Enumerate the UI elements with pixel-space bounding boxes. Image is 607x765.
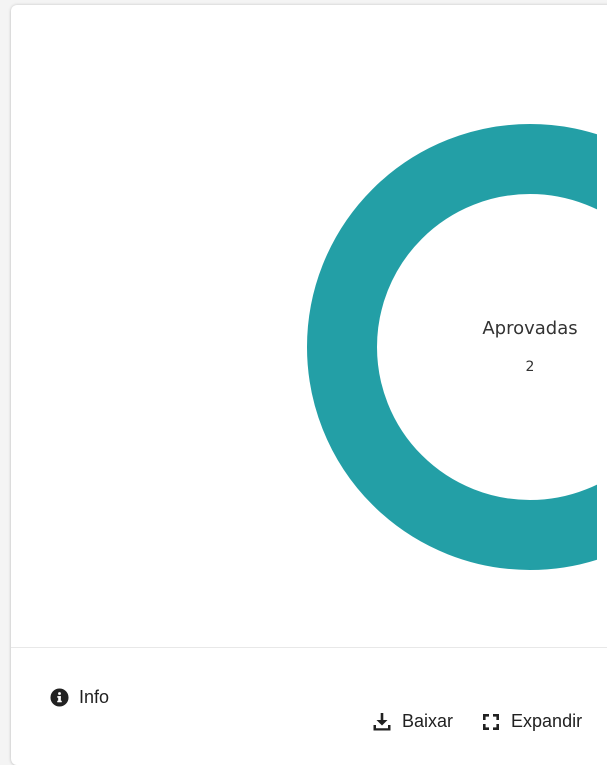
download-icon: [373, 712, 391, 730]
download-button[interactable]: Baixar: [372, 711, 453, 732]
footer-divider: [11, 647, 607, 648]
footer-actions: Baixar Expandir: [372, 711, 582, 732]
info-label: Info: [79, 687, 110, 707]
center-value: 2: [525, 359, 535, 375]
expand-icon: [483, 713, 500, 730]
chart-area: Aprovadas 2: [11, 5, 597, 647]
download-label: Baixar: [402, 711, 454, 731]
info-button[interactable]: Info: [50, 687, 109, 708]
center-label: Aprovadas: [482, 318, 578, 339]
expand-label: Expandir: [511, 711, 583, 731]
info-circle-icon: [50, 688, 69, 707]
donut-slice-aprovadas[interactable]: [307, 124, 597, 570]
chart-card: Aprovadas 2 Info Baixar Expandir: [11, 5, 607, 765]
expand-button[interactable]: Expandir: [481, 711, 582, 732]
